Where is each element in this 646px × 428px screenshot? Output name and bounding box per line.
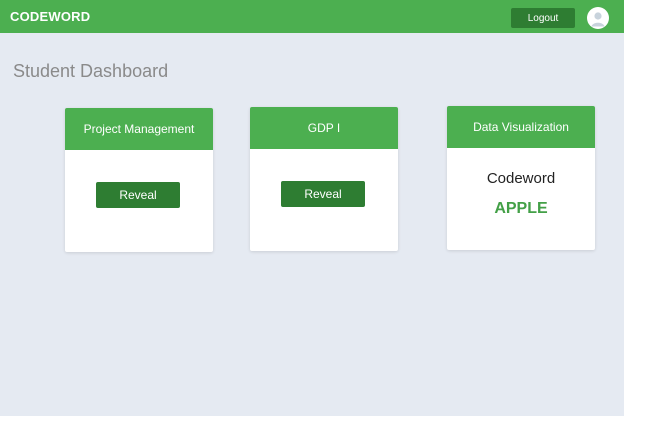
card-title: GDP I — [307, 121, 341, 135]
card-header: GDP I — [250, 107, 398, 149]
codeword-label: Codeword — [486, 170, 556, 187]
course-card-gdp-i: GDP I Reveal — [250, 107, 398, 251]
course-card-project-management: Project Management Reveal — [65, 108, 213, 252]
card-header: Project Management — [65, 108, 213, 150]
course-card-data-visualization: Data Visualization Codeword APPLE — [447, 106, 595, 250]
user-avatar-icon[interactable] — [587, 7, 609, 29]
top-navigation-bar: CODEWORD Logout — [0, 0, 624, 33]
reveal-button[interactable]: Reveal — [96, 182, 180, 208]
page-title: Student Dashboard — [13, 61, 169, 81]
brand-logo-text: CODEWORD — [10, 9, 91, 24]
card-header: Data Visualization — [447, 106, 595, 148]
card-title: Project Management — [83, 122, 195, 136]
user-silhouette-icon — [591, 12, 605, 27]
reveal-button[interactable]: Reveal — [281, 181, 365, 207]
card-title: Data Visualization — [473, 120, 569, 134]
codeword-value: APPLE — [494, 200, 548, 217]
app-window: CODEWORD Logout Student Dashboard Projec… — [0, 0, 624, 416]
logout-button[interactable]: Logout — [511, 8, 575, 28]
